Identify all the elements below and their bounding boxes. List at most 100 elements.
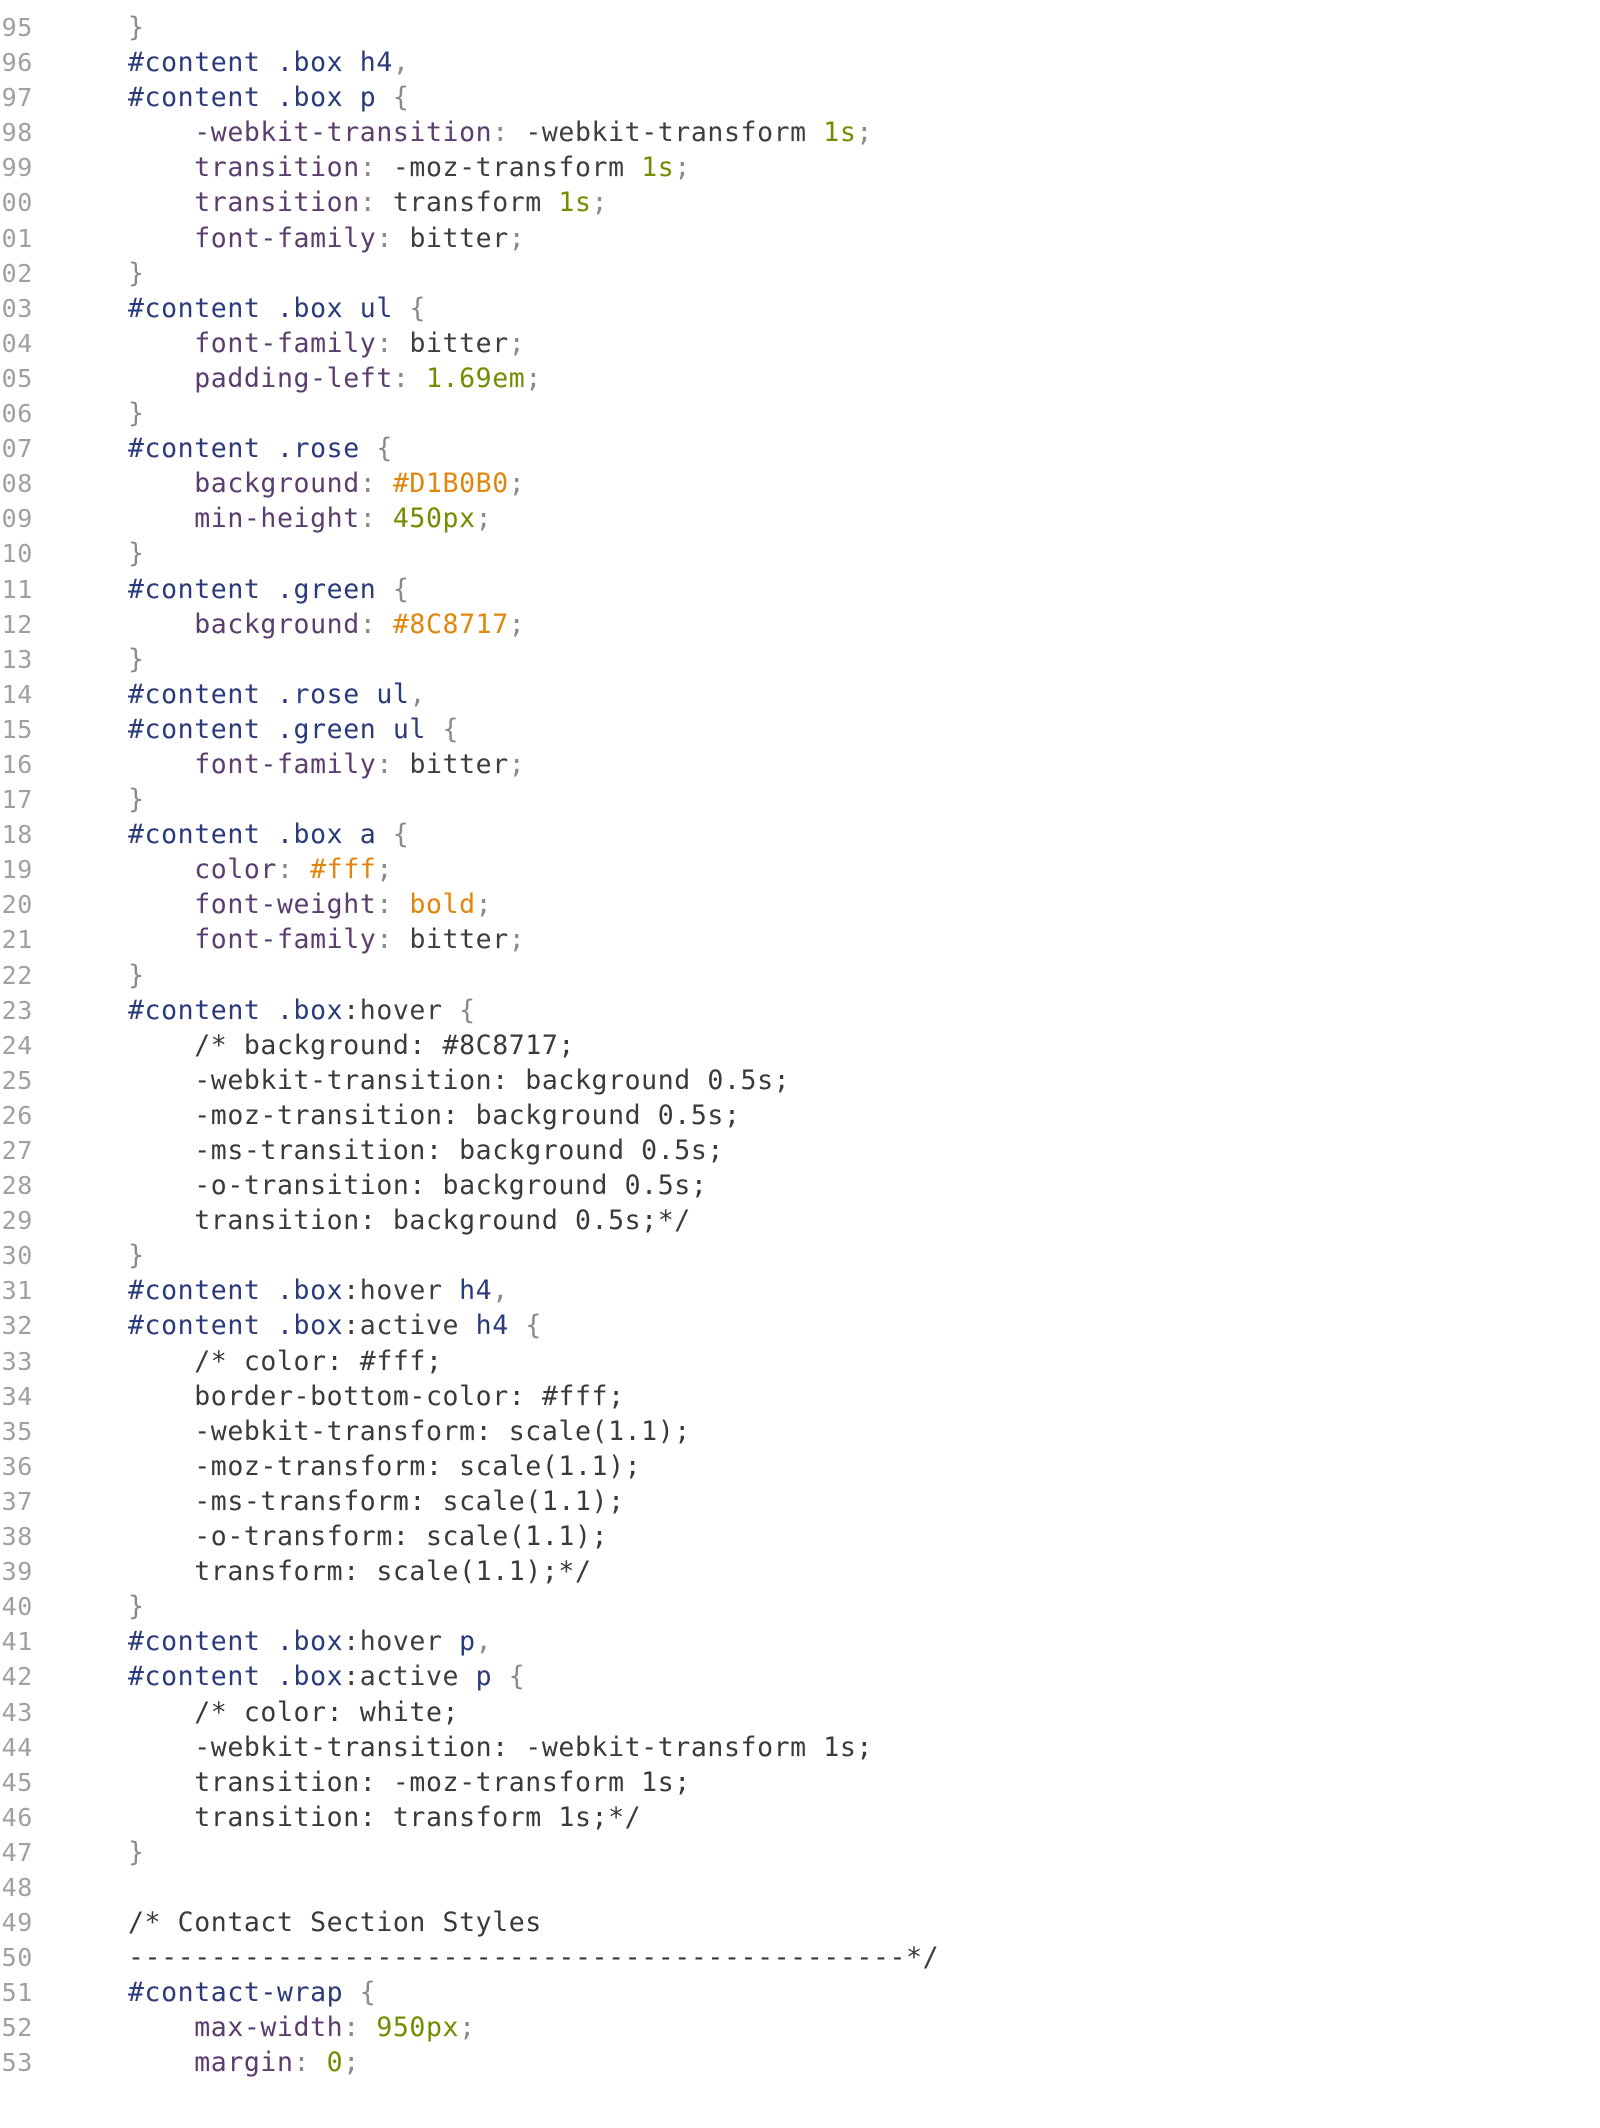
code-line[interactable]: 327 -ms-transition: background 0.5s;: [0, 1133, 1600, 1168]
code-line[interactable]: 296 #content .box h4,: [0, 45, 1600, 80]
line-code[interactable]: -webkit-transition: -webkit-transform 1s…: [128, 1730, 873, 1765]
line-code[interactable]: /* Contact Section Styles: [128, 1905, 542, 1940]
code-line[interactable]: 353 margin: 0;: [0, 2045, 1600, 2080]
code-line[interactable]: 303 #content .box ul {: [0, 291, 1600, 326]
code-line[interactable]: 346 transition: transform 1s;*/: [0, 1800, 1600, 1835]
code-line[interactable]: 301 font-family: bitter;: [0, 221, 1600, 256]
code-line[interactable]: 304 font-family: bitter;: [0, 326, 1600, 361]
code-line[interactable]: 314 #content .rose ul,: [0, 677, 1600, 712]
code-line[interactable]: 311 #content .green {: [0, 572, 1600, 607]
code-line[interactable]: 325 -webkit-transition: background 0.5s;: [0, 1063, 1600, 1098]
line-code[interactable]: }: [128, 256, 145, 291]
code-line[interactable]: 349 /* Contact Section Styles: [0, 1905, 1600, 1940]
code-line[interactable]: 322}: [0, 958, 1600, 993]
code-line[interactable]: 302}: [0, 256, 1600, 291]
code-line[interactable]: 336 -moz-transform: scale(1.1);: [0, 1449, 1600, 1484]
code-line[interactable]: 326 -moz-transition: background 0.5s;: [0, 1098, 1600, 1133]
line-code[interactable]: font-family: bitter;: [128, 221, 525, 256]
line-code[interactable]: -moz-transform: scale(1.1);: [128, 1449, 641, 1484]
line-code[interactable]: ----------------------------------------…: [128, 1940, 939, 1975]
code-line[interactable]: 332 #content .box:active h4 {: [0, 1308, 1600, 1343]
line-code[interactable]: #content .box:active h4 {: [128, 1308, 542, 1343]
line-code[interactable]: #content .green ul {: [128, 712, 459, 747]
line-code[interactable]: }: [128, 396, 145, 431]
line-code[interactable]: transition: transform 1s;*/: [128, 1800, 641, 1835]
line-code[interactable]: -webkit-transition: background 0.5s;: [128, 1063, 790, 1098]
line-code[interactable]: }: [128, 782, 145, 817]
code-line[interactable]: 341 #content .box:hover p,: [0, 1624, 1600, 1659]
code-line[interactable]: 342 #content .box:active p {: [0, 1659, 1600, 1694]
line-code[interactable]: }: [128, 10, 145, 45]
line-code[interactable]: min-height: 450px;: [128, 501, 492, 536]
code-line[interactable]: 320 font-weight: bold;: [0, 887, 1600, 922]
line-code[interactable]: #content .box ul {: [128, 291, 426, 326]
line-code[interactable]: transition: transform 1s;: [128, 185, 608, 220]
line-code[interactable]: transition: -moz-transform 1s;: [128, 150, 691, 185]
code-line[interactable]: 313}: [0, 642, 1600, 677]
code-line[interactable]: 350 -------------------------------------…: [0, 1940, 1600, 1975]
code-line[interactable]: 308 background: #D1B0B0;: [0, 466, 1600, 501]
line-code[interactable]: -o-transform: scale(1.1);: [128, 1519, 608, 1554]
code-line[interactable]: 348: [0, 1870, 1600, 1905]
code-line[interactable]: 351 #contact-wrap {: [0, 1975, 1600, 2010]
line-code[interactable]: /* color: white;: [128, 1695, 459, 1730]
line-code[interactable]: }: [128, 958, 145, 993]
line-code[interactable]: #content .box h4,: [128, 45, 409, 80]
line-code[interactable]: max-width: 950px;: [128, 2010, 476, 2045]
code-line[interactable]: 337 -ms-transform: scale(1.1);: [0, 1484, 1600, 1519]
code-line[interactable]: 333 /* color: #fff;: [0, 1344, 1600, 1379]
line-code[interactable]: margin: 0;: [128, 2045, 360, 2080]
code-line[interactable]: 343 /* color: white;: [0, 1695, 1600, 1730]
code-line[interactable]: 338 -o-transform: scale(1.1);: [0, 1519, 1600, 1554]
line-code[interactable]: -ms-transform: scale(1.1);: [128, 1484, 625, 1519]
line-code[interactable]: }: [128, 1238, 145, 1273]
code-line[interactable]: 306}: [0, 396, 1600, 431]
code-line[interactable]: 328 -o-transition: background 0.5s;: [0, 1168, 1600, 1203]
code-editor[interactable]: 295}296#content .box h4,297#content .box…: [0, 10, 1600, 2081]
line-code[interactable]: transform: scale(1.1);*/: [128, 1554, 592, 1589]
code-line[interactable]: 300 transition: transform 1s;: [0, 185, 1600, 220]
code-line[interactable]: 319 color: #fff;: [0, 852, 1600, 887]
line-code[interactable]: #content .box p {: [128, 80, 409, 115]
line-code[interactable]: color: #fff;: [128, 852, 393, 887]
code-line[interactable]: 334 border-bottom-color: #fff;: [0, 1379, 1600, 1414]
line-code[interactable]: -webkit-transition: -webkit-transform 1s…: [128, 115, 873, 150]
code-line[interactable]: 324 /* background: #8C8717;: [0, 1028, 1600, 1063]
line-code[interactable]: }: [128, 642, 145, 677]
code-line[interactable]: 316 font-family: bitter;: [0, 747, 1600, 782]
code-line[interactable]: 329 transition: background 0.5s;*/: [0, 1203, 1600, 1238]
line-code[interactable]: border-bottom-color: #fff;: [128, 1379, 625, 1414]
code-line[interactable]: 339 transform: scale(1.1);*/: [0, 1554, 1600, 1589]
line-code[interactable]: #content .green {: [128, 572, 409, 607]
code-line[interactable]: 297 #content .box p {: [0, 80, 1600, 115]
code-line[interactable]: 310}: [0, 536, 1600, 571]
line-code[interactable]: #content .rose {: [128, 431, 393, 466]
line-code[interactable]: #content .rose ul,: [128, 677, 426, 712]
line-code[interactable]: #content .box:hover h4,: [128, 1273, 509, 1308]
line-code[interactable]: }: [128, 1835, 145, 1870]
line-code[interactable]: -webkit-transform: scale(1.1);: [128, 1414, 691, 1449]
line-code[interactable]: background: #8C8717;: [128, 607, 525, 642]
line-code[interactable]: #content .box:hover {: [128, 993, 476, 1028]
code-line[interactable]: 299 transition: -moz-transform 1s;: [0, 150, 1600, 185]
line-code[interactable]: background: #D1B0B0;: [128, 466, 525, 501]
line-code[interactable]: padding-left: 1.69em;: [128, 361, 542, 396]
line-code[interactable]: -ms-transition: background 0.5s;: [128, 1133, 724, 1168]
code-line[interactable]: 307 #content .rose {: [0, 431, 1600, 466]
code-line[interactable]: 345 transition: -moz-transform 1s;: [0, 1765, 1600, 1800]
line-code[interactable]: font-family: bitter;: [128, 922, 525, 957]
line-code[interactable]: -moz-transition: background 0.5s;: [128, 1098, 741, 1133]
line-code[interactable]: font-family: bitter;: [128, 326, 525, 361]
code-line[interactable]: 340}: [0, 1589, 1600, 1624]
code-line[interactable]: 305 padding-left: 1.69em;: [0, 361, 1600, 396]
code-line[interactable]: 347}: [0, 1835, 1600, 1870]
code-line[interactable]: 331 #content .box:hover h4,: [0, 1273, 1600, 1308]
code-line[interactable]: 309 min-height: 450px;: [0, 501, 1600, 536]
line-code[interactable]: font-weight: bold;: [128, 887, 492, 922]
line-code[interactable]: font-family: bitter;: [128, 747, 525, 782]
line-code[interactable]: transition: background 0.5s;*/: [128, 1203, 691, 1238]
code-line[interactable]: 295}: [0, 10, 1600, 45]
code-line[interactable]: 323 #content .box:hover {: [0, 993, 1600, 1028]
code-line[interactable]: 312 background: #8C8717;: [0, 607, 1600, 642]
code-line[interactable]: 318 #content .box a {: [0, 817, 1600, 852]
